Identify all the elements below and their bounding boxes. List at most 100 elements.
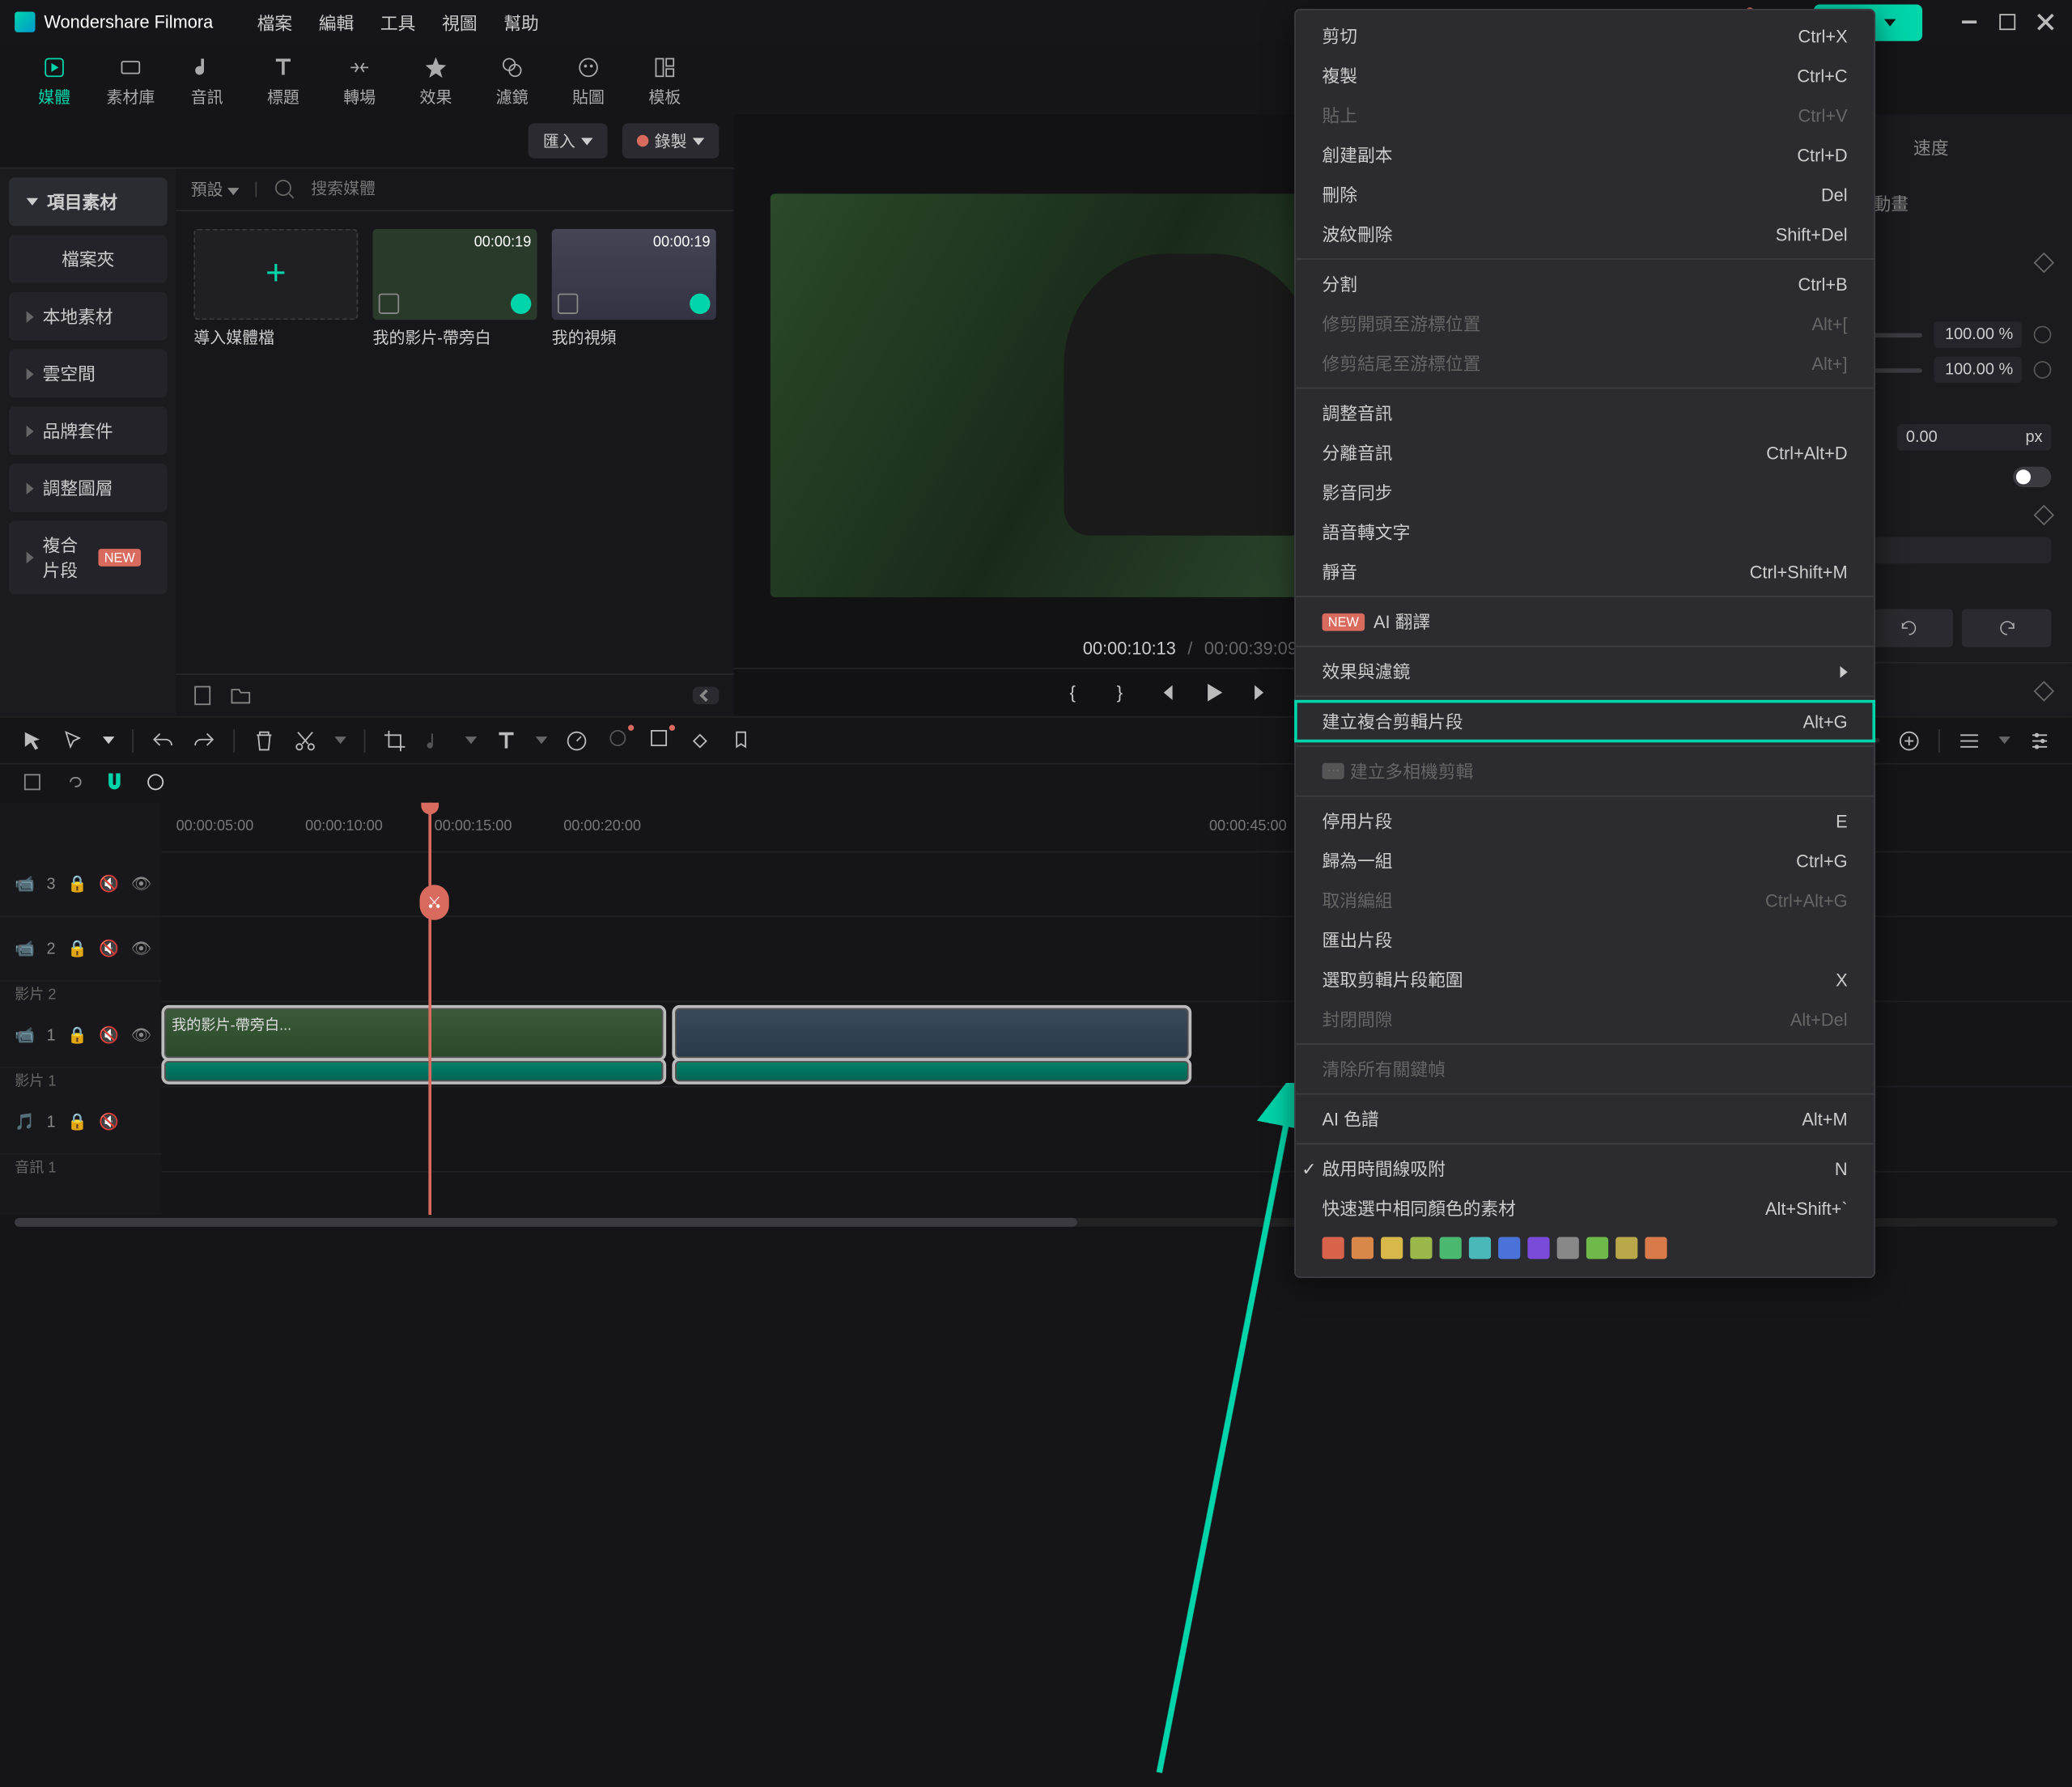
thumb-import[interactable]: + 導入媒體檔 [193, 229, 358, 350]
color-swatch[interactable] [1352, 1237, 1374, 1259]
ctx-item[interactable]: ✓啟用時間線吸附N [1296, 1149, 1874, 1189]
sidebar-item-adjust[interactable]: 調整圖層 [9, 464, 168, 512]
color-swatch[interactable] [1616, 1237, 1637, 1259]
undo-icon[interactable] [151, 728, 175, 752]
pos-y[interactable]: 0.00px [1897, 424, 2051, 451]
scale-x-value[interactable]: 100.00 % [1934, 321, 2023, 348]
ctx-item[interactable]: 選取剪輯片段範圍X [1296, 960, 1874, 1000]
playhead[interactable] [428, 803, 431, 1215]
clip-1-audio[interactable] [164, 1061, 663, 1081]
text-tool-icon[interactable] [495, 728, 518, 752]
track-header-a1[interactable]: 🎵1🔒🔇 [0, 1090, 161, 1155]
snap-icon[interactable] [20, 770, 44, 794]
ctx-item[interactable]: 複製Ctrl+C [1296, 56, 1874, 96]
track-height-icon[interactable] [1958, 728, 1981, 752]
redo-icon[interactable] [193, 728, 216, 752]
ctx-item[interactable]: 創建副本Ctrl+D [1296, 135, 1874, 175]
menu-help[interactable]: 幫助 [503, 10, 539, 35]
track-header-v2[interactable]: 📹2🔒🔇👁 [0, 917, 161, 982]
select-tool[interactable] [62, 728, 85, 752]
color-swatch[interactable] [1323, 1237, 1344, 1259]
tab-stickers[interactable]: 貼圖 [561, 56, 617, 108]
record-dropdown[interactable]: 錄製 [622, 123, 720, 159]
import-dropdown[interactable]: 匯入 [529, 123, 608, 159]
track-header-v3[interactable]: 📹3🔒🔇👁 [0, 852, 161, 917]
ctx-item[interactable]: 語音轉文字 [1296, 512, 1874, 552]
color-swatch[interactable] [1586, 1237, 1608, 1259]
path-toggle[interactable] [2013, 467, 2051, 487]
menu-edit[interactable]: 編輯 [319, 10, 355, 35]
file-icon[interactable] [191, 684, 214, 707]
play-icon[interactable] [1202, 681, 1225, 704]
sidebar-item-cloud[interactable]: 雲空間 [9, 350, 168, 398]
ctx-item[interactable]: 刪除Del [1296, 175, 1874, 214]
sidebar-folder[interactable]: 檔案夾 [9, 235, 168, 283]
ai-tool-icon[interactable] [648, 726, 671, 749]
ctx-item[interactable]: AI 色譜Alt+M [1296, 1099, 1874, 1139]
rotate-ccw[interactable] [1864, 609, 1954, 647]
reset-scale-y[interactable] [2034, 361, 2052, 379]
auto-icon[interactable] [144, 770, 168, 794]
ctx-item[interactable]: 分割Ctrl+B [1296, 264, 1874, 303]
color-swatch[interactable] [1527, 1237, 1549, 1259]
color-swatch[interactable] [1410, 1237, 1432, 1259]
color-swatch[interactable] [1557, 1237, 1579, 1259]
ctx-item[interactable]: 調整音訊 [1296, 393, 1874, 433]
ctx-item[interactable]: 靜音Ctrl+Shift+M [1296, 552, 1874, 592]
preset-dropdown[interactable]: 預設 [191, 177, 240, 201]
tab-transition[interactable]: 轉場 [332, 56, 388, 108]
cut-indicator[interactable] [420, 885, 449, 920]
clip-1[interactable]: 我的影片-帶旁白... [164, 1008, 663, 1059]
bracket-close-icon[interactable]: } [1108, 681, 1132, 704]
ctx-item[interactable]: 波紋刪除Shift+Del [1296, 214, 1874, 254]
maximize-icon[interactable] [1996, 11, 2019, 34]
sidebar-header[interactable]: 項目素材 [9, 177, 168, 226]
color-swatch[interactable] [1469, 1237, 1491, 1259]
keyframe-icon[interactable] [2034, 252, 2055, 273]
color-swatch[interactable] [1381, 1237, 1403, 1259]
next-frame-icon[interactable] [1249, 681, 1272, 704]
prev-frame-icon[interactable] [1155, 681, 1178, 704]
ctx-item[interactable]: 分離音訊Ctrl+Alt+D [1296, 433, 1874, 473]
tab-audio[interactable]: 音訊 [179, 56, 235, 108]
sidebar-item-local[interactable]: 本地素材 [9, 292, 168, 341]
ctx-item[interactable]: 歸為一組Ctrl+G [1296, 841, 1874, 881]
menu-file[interactable]: 檔案 [257, 10, 293, 35]
menu-view[interactable]: 視圖 [442, 10, 478, 35]
bracket-open-icon[interactable]: { [1061, 681, 1085, 704]
folder-icon[interactable] [229, 684, 253, 707]
magnet-icon[interactable] [103, 770, 126, 794]
crop-icon[interactable] [383, 728, 406, 752]
delete-icon[interactable] [253, 728, 276, 752]
close-icon[interactable] [2034, 11, 2057, 34]
ctx-item[interactable]: NEWAI 翻譯 [1296, 601, 1874, 641]
sidebar-item-compound[interactable]: 複合片段NEW [9, 521, 168, 595]
link-icon[interactable] [62, 770, 85, 794]
zoom-in-icon[interactable] [1897, 728, 1921, 752]
reset-scale-x[interactable] [2034, 325, 2052, 343]
ctx-item[interactable]: 匯出片段 [1296, 920, 1874, 960]
track-header-v1[interactable]: 📹1🔒🔇👁 [0, 1004, 161, 1068]
tab-stock[interactable]: 素材庫 [103, 56, 159, 108]
marker-icon[interactable] [729, 728, 753, 752]
scale-y-value[interactable]: 100.00 % [1934, 357, 2023, 384]
settings-icon[interactable] [2028, 728, 2052, 752]
ctx-item[interactable]: 影音同步 [1296, 473, 1874, 512]
pointer-tool[interactable] [20, 728, 44, 752]
ctx-item[interactable]: 快速選中相同顏色的素材Alt+Shift+` [1296, 1189, 1874, 1229]
color-swatch[interactable] [1498, 1237, 1520, 1259]
minimize-icon[interactable] [1958, 11, 1981, 34]
rotate-cw[interactable] [1962, 609, 2052, 647]
clip-2[interactable] [675, 1008, 1189, 1059]
ctx-item[interactable]: 停用片段E [1296, 801, 1874, 841]
tab-templates[interactable]: 模板 [637, 56, 693, 108]
ctx-item[interactable]: 效果與濾鏡 [1296, 652, 1874, 691]
speed-icon[interactable] [565, 728, 588, 752]
cut-icon[interactable] [294, 728, 317, 752]
collapse-panel[interactable] [693, 686, 720, 704]
tab-effects[interactable]: 效果 [408, 56, 464, 108]
keyframe-tool-icon[interactable] [688, 728, 711, 752]
ctx-item[interactable]: 剪切Ctrl+X [1296, 16, 1874, 56]
color-swatch[interactable] [1645, 1237, 1667, 1259]
thumb-clip-1[interactable]: 00:00:19 我的影片-帶旁白 [373, 229, 537, 350]
